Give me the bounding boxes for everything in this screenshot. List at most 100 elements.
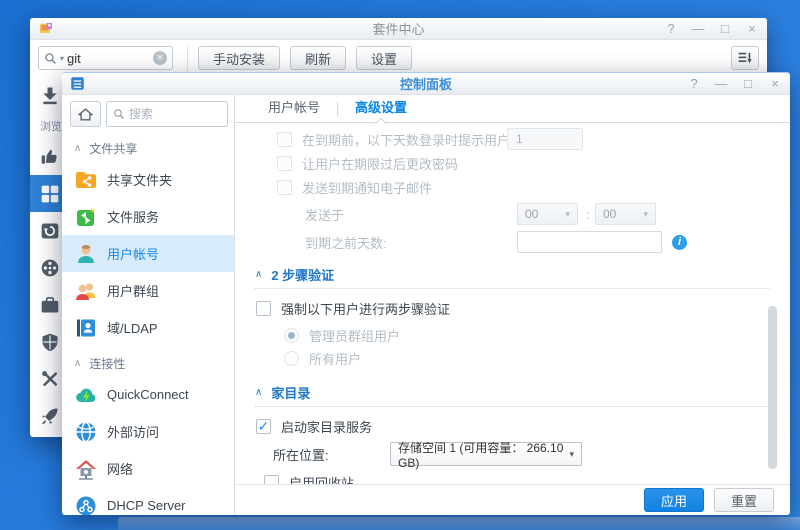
section-divider (255, 288, 770, 289)
grid-icon (40, 184, 60, 204)
help-icon[interactable]: ? (687, 73, 701, 95)
section-divider (255, 406, 770, 407)
send-hour-value: 00 (525, 207, 538, 221)
chevron-down-icon: ▾ (643, 209, 648, 220)
search-input[interactable] (129, 107, 199, 121)
home-icon (78, 107, 93, 122)
enable-recycle-bin-checkbox[interactable] (264, 475, 279, 485)
search-icon (113, 108, 125, 120)
toolbar-divider (187, 45, 188, 71)
days-before-input[interactable] (517, 231, 662, 253)
send-minute-value: 00 (603, 207, 616, 221)
users-group-icon (74, 279, 98, 303)
package-center-app-icon (38, 21, 54, 37)
dhcp-server-icon (74, 494, 98, 516)
collapse-icon: ∧ (74, 358, 81, 369)
section-connectivity[interactable]: ∧ 连接性 (62, 350, 234, 376)
control-panel-sidebar: ∧ 文件共享 共享文件夹 (62, 95, 235, 515)
globe-icon (74, 420, 98, 444)
sort-button[interactable] (731, 46, 759, 70)
sidebar-item-domain-ldap[interactable]: 域/LDAP (62, 309, 234, 346)
sidebar-item-external-access[interactable]: 外部访问 (62, 413, 234, 450)
search-input[interactable] (67, 51, 150, 66)
enforce-two-step-checkbox[interactable] (256, 301, 271, 316)
clear-search-icon[interactable]: × (153, 51, 167, 65)
prompt-expire-checkbox[interactable] (277, 132, 292, 147)
admin-group-radio[interactable] (284, 328, 299, 343)
section-file-sharing[interactable]: ∧ 文件共享 (62, 135, 234, 161)
tab-user-account[interactable]: 用户帐号 (251, 95, 337, 123)
reset-button[interactable]: 重置 (714, 488, 774, 512)
control-panel-app-icon (70, 76, 85, 91)
control-panel-search-box[interactable] (106, 101, 228, 127)
sidebar-item-network[interactable]: 网络 (62, 450, 234, 487)
sidebar-item-user-group[interactable]: 用户群组 (62, 272, 234, 309)
apply-button[interactable]: 应用 (644, 488, 704, 512)
footer-bar: 应用 重置 (235, 484, 790, 515)
collapse-icon: ∧ (255, 269, 262, 280)
control-panel-titlebar[interactable]: 控制面板 ? — □ × (62, 73, 790, 95)
sidebar-item-label: 用户帐号 (107, 244, 159, 263)
sidebar-item-dhcp-server[interactable]: DHCP Server (62, 487, 234, 515)
send-minute-dropdown[interactable]: 00 ▾ (595, 203, 656, 225)
sidebar-item-label: 外部访问 (107, 422, 159, 441)
search-scope-caret-icon[interactable]: ▾ (60, 54, 64, 63)
shield-icon (40, 332, 60, 352)
section-label: 连接性 (89, 355, 125, 372)
tab-advanced-settings[interactable]: 高级设置 (338, 95, 424, 123)
sidebar-item-label: 域/LDAP (107, 318, 158, 337)
send-mail-label: 发送到期通知电子邮件 (302, 178, 432, 197)
sidebar-item-quickconnect[interactable]: QuickConnect (62, 376, 234, 413)
sort-icon (737, 51, 753, 65)
backup-icon (40, 221, 60, 241)
refresh-button[interactable]: 刷新 (290, 46, 346, 70)
manual-install-button[interactable]: 手动安装 (198, 46, 280, 70)
info-icon[interactable]: i (672, 235, 687, 250)
enable-home-service-label: 启动家目录服务 (281, 417, 372, 436)
close-icon[interactable]: × (768, 73, 782, 95)
prompt-expire-days-input[interactable] (507, 128, 583, 150)
minimize-icon[interactable]: — (714, 73, 728, 95)
scrollbar-thumb[interactable] (768, 306, 777, 469)
rocket-icon (40, 406, 60, 426)
sidebar-item-shared-folder[interactable]: 共享文件夹 (62, 161, 234, 198)
file-services-icon (74, 205, 98, 229)
maximize-icon[interactable]: □ (741, 73, 755, 95)
allow-change-checkbox[interactable] (277, 156, 292, 171)
close-icon[interactable]: × (745, 18, 759, 40)
all-users-label: 所有用户 (309, 349, 361, 368)
quickconnect-cloud-icon (74, 383, 98, 407)
settings-button[interactable]: 设置 (356, 46, 412, 70)
minimize-icon[interactable]: — (691, 18, 705, 40)
advanced-settings-form: 在到期前，以下天数登录时提示用户登更改密码 让用户在期限过后更改密码 发送到期通… (235, 123, 790, 484)
section-home-directory[interactable]: ∧ 家目录 (235, 383, 790, 401)
send-mail-checkbox[interactable] (277, 180, 292, 195)
section-two-step-verification[interactable]: ∧ 2 步骤验证 (235, 265, 790, 283)
package-center-titlebar[interactable]: 套件中心 ? — □ × (30, 18, 767, 40)
home-button[interactable] (70, 101, 101, 127)
window-title: 控制面板 (62, 74, 790, 93)
shared-folder-icon (74, 168, 98, 192)
window-title: 套件中心 (30, 19, 767, 38)
location-dropdown[interactable]: 存储空间 1 (可用容量： 266.10 GB) ▾ (390, 442, 582, 466)
control-panel-main: 用户帐号 高级设置 在到期前，以下天数登录时提示用户登更改密码 让用户在期限过后… (235, 95, 790, 515)
search-icon (44, 52, 57, 65)
sidebar-item-label: 文件服务 (107, 207, 159, 226)
send-hour-dropdown[interactable]: 00 ▾ (517, 203, 578, 225)
enable-home-service-checkbox[interactable]: ✓ (256, 419, 271, 434)
admin-group-label: 管理员群组用户 (309, 326, 400, 345)
sidebar-item-file-services[interactable]: 文件服务 (62, 198, 234, 235)
maximize-icon[interactable]: □ (718, 18, 732, 40)
film-reel-icon (40, 258, 60, 278)
section-title: 2 步骤验证 (271, 265, 334, 284)
sidebar-item-user-account[interactable]: 用户帐号 (62, 235, 234, 272)
help-icon[interactable]: ? (664, 18, 678, 40)
sidebar-item-label: QuickConnect (107, 387, 189, 402)
thumbs-up-icon (40, 147, 60, 167)
time-colon: : (586, 207, 590, 222)
tab-bar: 用户帐号 高级设置 (235, 95, 790, 123)
enable-recycle-bin-label: 启用回收站 (289, 473, 354, 485)
package-search-box[interactable]: ▾ × (38, 46, 173, 70)
all-users-radio[interactable] (284, 351, 299, 366)
chevron-down-icon: ▾ (565, 209, 570, 220)
